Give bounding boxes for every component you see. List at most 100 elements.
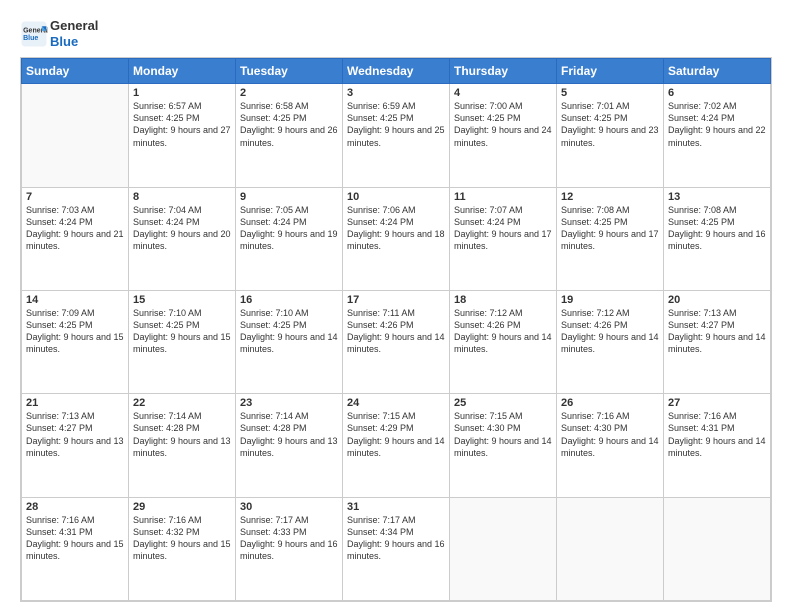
day-info: Sunrise: 7:12 AMSunset: 4:26 PMDaylight:…: [561, 307, 659, 356]
day-number: 22: [133, 397, 231, 409]
calendar-cell: [557, 497, 664, 600]
day-info: Sunrise: 6:58 AMSunset: 4:25 PMDaylight:…: [240, 100, 338, 149]
day-number: 11: [454, 191, 552, 203]
day-info: Sunrise: 7:08 AMSunset: 4:25 PMDaylight:…: [561, 204, 659, 253]
calendar-cell: 18Sunrise: 7:12 AMSunset: 4:26 PMDayligh…: [450, 290, 557, 393]
calendar-cell: 2Sunrise: 6:58 AMSunset: 4:25 PMDaylight…: [236, 84, 343, 187]
day-number: 28: [26, 501, 124, 513]
calendar-cell: 17Sunrise: 7:11 AMSunset: 4:26 PMDayligh…: [343, 290, 450, 393]
calendar-cell: 8Sunrise: 7:04 AMSunset: 4:24 PMDaylight…: [129, 187, 236, 290]
weekday-header-cell: Sunday: [22, 59, 129, 84]
day-info: Sunrise: 7:14 AMSunset: 4:28 PMDaylight:…: [133, 410, 231, 459]
day-info: Sunrise: 7:01 AMSunset: 4:25 PMDaylight:…: [561, 100, 659, 149]
day-number: 7: [26, 191, 124, 203]
day-info: Sunrise: 7:17 AMSunset: 4:34 PMDaylight:…: [347, 514, 445, 563]
day-info: Sunrise: 7:16 AMSunset: 4:30 PMDaylight:…: [561, 410, 659, 459]
header: General Blue General Blue: [20, 18, 772, 49]
day-number: 4: [454, 87, 552, 99]
day-info: Sunrise: 7:06 AMSunset: 4:24 PMDaylight:…: [347, 204, 445, 253]
calendar-cell: 21Sunrise: 7:13 AMSunset: 4:27 PMDayligh…: [22, 394, 129, 497]
calendar-cell: 24Sunrise: 7:15 AMSunset: 4:29 PMDayligh…: [343, 394, 450, 497]
day-info: Sunrise: 7:16 AMSunset: 4:32 PMDaylight:…: [133, 514, 231, 563]
day-number: 8: [133, 191, 231, 203]
calendar-cell: [22, 84, 129, 187]
day-info: Sunrise: 7:07 AMSunset: 4:24 PMDaylight:…: [454, 204, 552, 253]
day-number: 23: [240, 397, 338, 409]
day-info: Sunrise: 7:13 AMSunset: 4:27 PMDaylight:…: [668, 307, 766, 356]
day-number: 1: [133, 87, 231, 99]
day-info: Sunrise: 7:08 AMSunset: 4:25 PMDaylight:…: [668, 204, 766, 253]
day-info: Sunrise: 7:10 AMSunset: 4:25 PMDaylight:…: [240, 307, 338, 356]
calendar-cell: 19Sunrise: 7:12 AMSunset: 4:26 PMDayligh…: [557, 290, 664, 393]
calendar-cell: 31Sunrise: 7:17 AMSunset: 4:34 PMDayligh…: [343, 497, 450, 600]
day-info: Sunrise: 7:02 AMSunset: 4:24 PMDaylight:…: [668, 100, 766, 149]
day-number: 5: [561, 87, 659, 99]
day-number: 16: [240, 294, 338, 306]
day-number: 21: [26, 397, 124, 409]
calendar-cell: 15Sunrise: 7:10 AMSunset: 4:25 PMDayligh…: [129, 290, 236, 393]
calendar-cell: 4Sunrise: 7:00 AMSunset: 4:25 PMDaylight…: [450, 84, 557, 187]
weekday-header-cell: Thursday: [450, 59, 557, 84]
day-number: 24: [347, 397, 445, 409]
page: General Blue General Blue SundayMondayTu…: [0, 0, 792, 612]
calendar-cell: 26Sunrise: 7:16 AMSunset: 4:30 PMDayligh…: [557, 394, 664, 497]
calendar-cell: 20Sunrise: 7:13 AMSunset: 4:27 PMDayligh…: [664, 290, 771, 393]
day-info: Sunrise: 7:15 AMSunset: 4:30 PMDaylight:…: [454, 410, 552, 459]
day-info: Sunrise: 6:59 AMSunset: 4:25 PMDaylight:…: [347, 100, 445, 149]
calendar-cell: 22Sunrise: 7:14 AMSunset: 4:28 PMDayligh…: [129, 394, 236, 497]
calendar-cell: 3Sunrise: 6:59 AMSunset: 4:25 PMDaylight…: [343, 84, 450, 187]
calendar-cell: 5Sunrise: 7:01 AMSunset: 4:25 PMDaylight…: [557, 84, 664, 187]
calendar-cell: 23Sunrise: 7:14 AMSunset: 4:28 PMDayligh…: [236, 394, 343, 497]
svg-text:Blue: Blue: [23, 35, 38, 42]
day-info: Sunrise: 7:00 AMSunset: 4:25 PMDaylight:…: [454, 100, 552, 149]
day-number: 19: [561, 294, 659, 306]
day-number: 30: [240, 501, 338, 513]
weekday-header-row: SundayMondayTuesdayWednesdayThursdayFrid…: [22, 59, 771, 84]
day-number: 27: [668, 397, 766, 409]
day-number: 26: [561, 397, 659, 409]
day-info: Sunrise: 7:11 AMSunset: 4:26 PMDaylight:…: [347, 307, 445, 356]
calendar-row: 21Sunrise: 7:13 AMSunset: 4:27 PMDayligh…: [22, 394, 771, 497]
day-number: 3: [347, 87, 445, 99]
calendar-row: 1Sunrise: 6:57 AMSunset: 4:25 PMDaylight…: [22, 84, 771, 187]
calendar-cell: [664, 497, 771, 600]
day-info: Sunrise: 7:16 AMSunset: 4:31 PMDaylight:…: [668, 410, 766, 459]
calendar-row: 14Sunrise: 7:09 AMSunset: 4:25 PMDayligh…: [22, 290, 771, 393]
day-info: Sunrise: 7:09 AMSunset: 4:25 PMDaylight:…: [26, 307, 124, 356]
day-info: Sunrise: 7:14 AMSunset: 4:28 PMDaylight:…: [240, 410, 338, 459]
weekday-header-cell: Friday: [557, 59, 664, 84]
calendar-cell: 28Sunrise: 7:16 AMSunset: 4:31 PMDayligh…: [22, 497, 129, 600]
logo-text: General Blue: [50, 18, 98, 49]
calendar-cell: 27Sunrise: 7:16 AMSunset: 4:31 PMDayligh…: [664, 394, 771, 497]
day-number: 17: [347, 294, 445, 306]
day-number: 13: [668, 191, 766, 203]
logo-icon: General Blue: [20, 20, 48, 48]
calendar-cell: 13Sunrise: 7:08 AMSunset: 4:25 PMDayligh…: [664, 187, 771, 290]
day-number: 9: [240, 191, 338, 203]
weekday-header-cell: Tuesday: [236, 59, 343, 84]
calendar-cell: 9Sunrise: 7:05 AMSunset: 4:24 PMDaylight…: [236, 187, 343, 290]
day-info: Sunrise: 7:13 AMSunset: 4:27 PMDaylight:…: [26, 410, 124, 459]
day-number: 2: [240, 87, 338, 99]
calendar-cell: 14Sunrise: 7:09 AMSunset: 4:25 PMDayligh…: [22, 290, 129, 393]
logo: General Blue General Blue: [20, 18, 98, 49]
day-info: Sunrise: 7:17 AMSunset: 4:33 PMDaylight:…: [240, 514, 338, 563]
calendar-row: 28Sunrise: 7:16 AMSunset: 4:31 PMDayligh…: [22, 497, 771, 600]
day-number: 18: [454, 294, 552, 306]
day-number: 14: [26, 294, 124, 306]
day-number: 15: [133, 294, 231, 306]
calendar-row: 7Sunrise: 7:03 AMSunset: 4:24 PMDaylight…: [22, 187, 771, 290]
weekday-header-cell: Wednesday: [343, 59, 450, 84]
calendar-cell: [450, 497, 557, 600]
calendar-cell: 6Sunrise: 7:02 AMSunset: 4:24 PMDaylight…: [664, 84, 771, 187]
weekday-header-cell: Saturday: [664, 59, 771, 84]
calendar-cell: 11Sunrise: 7:07 AMSunset: 4:24 PMDayligh…: [450, 187, 557, 290]
day-number: 20: [668, 294, 766, 306]
calendar-cell: 29Sunrise: 7:16 AMSunset: 4:32 PMDayligh…: [129, 497, 236, 600]
day-number: 10: [347, 191, 445, 203]
calendar-cell: 1Sunrise: 6:57 AMSunset: 4:25 PMDaylight…: [129, 84, 236, 187]
day-info: Sunrise: 7:10 AMSunset: 4:25 PMDaylight:…: [133, 307, 231, 356]
day-info: Sunrise: 7:04 AMSunset: 4:24 PMDaylight:…: [133, 204, 231, 253]
calendar-cell: 10Sunrise: 7:06 AMSunset: 4:24 PMDayligh…: [343, 187, 450, 290]
day-info: Sunrise: 7:03 AMSunset: 4:24 PMDaylight:…: [26, 204, 124, 253]
